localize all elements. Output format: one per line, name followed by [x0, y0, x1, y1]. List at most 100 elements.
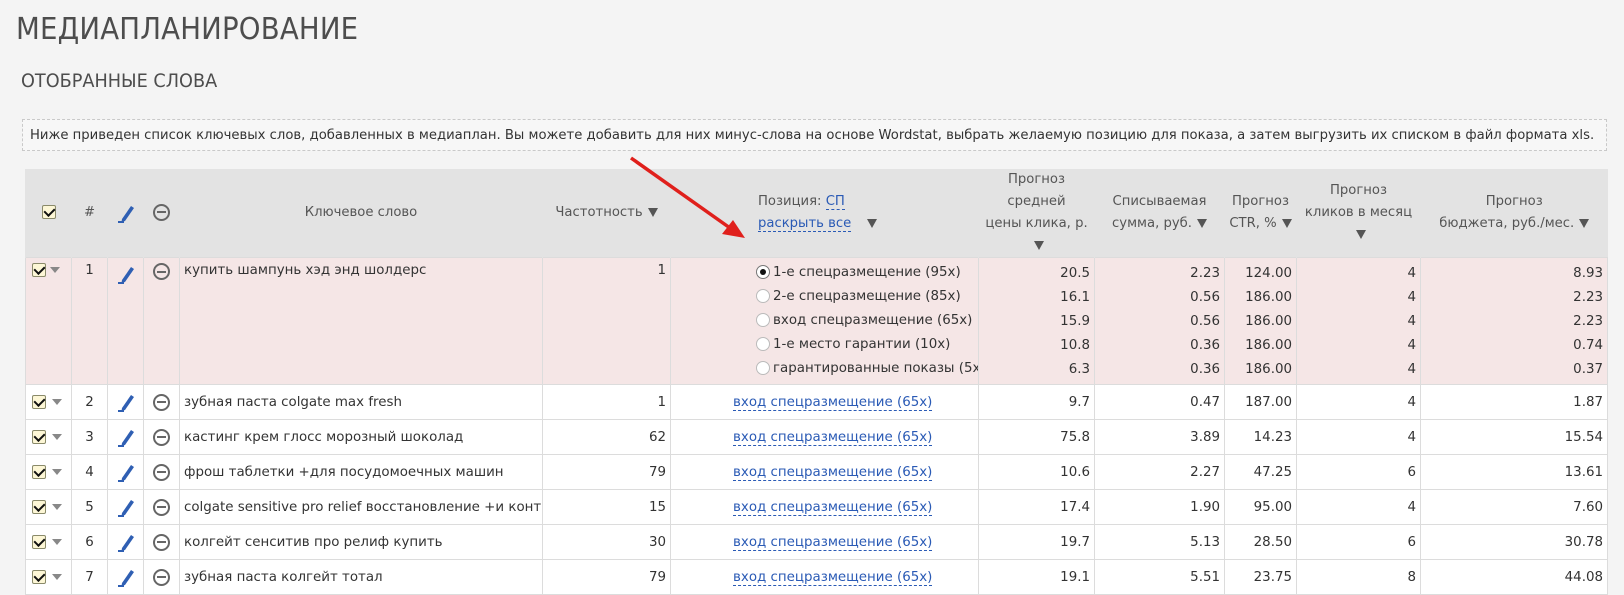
pencil-icon[interactable]: [115, 566, 137, 588]
cpc-header[interactable]: Прогноз средней цены клика, р.: [978, 169, 1095, 258]
row-select-cell[interactable]: [25, 559, 72, 595]
row-remove-cell[interactable]: [143, 454, 180, 490]
caret-down-icon[interactable]: [52, 538, 62, 545]
select-all-checkbox[interactable]: [41, 205, 56, 219]
row-edit-cell[interactable]: [107, 524, 144, 560]
position-sp-link[interactable]: СП: [825, 194, 845, 210]
edit-header[interactable]: [107, 169, 144, 258]
caret-down-icon[interactable]: [52, 468, 62, 475]
radio-icon[interactable]: [756, 361, 770, 375]
checkbox-checked-icon[interactable]: [32, 263, 46, 277]
position-option[interactable]: 1-е место гарантии (10x): [756, 334, 974, 358]
minus-circle-icon[interactable]: [153, 263, 170, 280]
radio-icon[interactable]: [756, 289, 770, 303]
row-position-link[interactable]: вход спецразмещение (65x): [733, 499, 933, 516]
sort-arrow-icon[interactable]: [1356, 229, 1366, 239]
row-select-cell[interactable]: [25, 384, 72, 420]
pencil-icon[interactable]: [115, 461, 137, 483]
ctr-header[interactable]: Прогноз CTR, %: [1224, 169, 1297, 258]
minus-circle-icon[interactable]: [153, 203, 170, 221]
charge-header[interactable]: Списываемая сумма, руб.: [1094, 169, 1225, 258]
select-all-cell[interactable]: [25, 169, 72, 258]
row-remove-cell[interactable]: [143, 384, 180, 420]
radio-icon[interactable]: [756, 313, 770, 327]
checkbox-checked-icon[interactable]: [32, 499, 46, 514]
keyword-header[interactable]: Ключевое слово: [179, 169, 543, 258]
row-select-cell[interactable]: [25, 419, 72, 455]
row-remove-cell[interactable]: [143, 489, 180, 525]
row-position-link[interactable]: вход спецразмещение (65x): [733, 429, 933, 446]
budget-header[interactable]: Прогноз бюджета, руб./мес.: [1420, 169, 1608, 258]
pencil-icon[interactable]: [115, 391, 137, 413]
row-edit-cell[interactable]: [107, 489, 144, 525]
position-option[interactable]: гарантированные показы (5x): [756, 358, 978, 382]
position-options: 1-е спецразмещение (95x) 2-е спецразмещен…: [670, 257, 979, 385]
row-frequency: 79: [542, 454, 671, 490]
pencil-icon[interactable]: [115, 531, 137, 553]
checkbox-checked-icon[interactable]: [32, 534, 46, 549]
minus-circle-icon[interactable]: [153, 393, 170, 411]
pencil-icon[interactable]: [115, 263, 137, 285]
minus-circle-icon[interactable]: [153, 568, 170, 586]
sort-arrow-icon[interactable]: [1034, 240, 1044, 250]
clicks-header-line2: кликов в месяц: [1304, 205, 1413, 220]
sort-arrow-icon[interactable]: [647, 207, 658, 217]
row-position-link[interactable]: вход спецразмещение (65x): [733, 534, 933, 551]
expand-all-link[interactable]: раскрыть все: [758, 216, 852, 232]
row-index: 3: [71, 419, 108, 455]
checkbox-checked-icon[interactable]: [32, 429, 46, 444]
position-option[interactable]: вход спецразмещение (65x): [756, 310, 974, 334]
row-edit-cell[interactable]: [107, 257, 144, 385]
sort-arrow-icon[interactable]: [1579, 218, 1590, 228]
row-edit-cell[interactable]: [107, 419, 144, 455]
caret-down-icon[interactable]: [52, 398, 62, 405]
row-select-cell[interactable]: [25, 257, 72, 385]
caret-down-icon[interactable]: [50, 267, 61, 273]
sort-arrow-icon[interactable]: [867, 218, 878, 228]
row-remove-cell[interactable]: [143, 257, 180, 385]
position-option[interactable]: 2-е спецразмещение (85x): [756, 286, 974, 310]
row-select-cell[interactable]: [25, 489, 72, 525]
row-position-link[interactable]: вход спецразмещение (65x): [733, 569, 933, 586]
minus-circle-icon[interactable]: [153, 498, 170, 516]
budget-value: 2.23: [1573, 314, 1603, 329]
sort-arrow-icon[interactable]: [1281, 218, 1292, 228]
row-edit-cell[interactable]: [107, 454, 144, 490]
row-keyword: колгейт сенситив про релиф купить: [179, 524, 543, 560]
caret-down-icon[interactable]: [52, 503, 62, 510]
sort-arrow-icon[interactable]: [1196, 218, 1207, 228]
caret-down-icon[interactable]: [52, 573, 62, 580]
pencil-icon[interactable]: [115, 202, 137, 224]
charge-value: 0.36: [1190, 362, 1220, 377]
row-select-cell[interactable]: [25, 524, 72, 560]
minus-circle-icon[interactable]: [153, 428, 170, 446]
pencil-icon[interactable]: [115, 426, 137, 448]
clicks-header[interactable]: Прогноз кликов в месяц: [1296, 169, 1421, 258]
row-remove-cell[interactable]: [143, 524, 180, 560]
remove-header[interactable]: [143, 169, 180, 258]
row-edit-cell[interactable]: [107, 559, 144, 595]
row-position-link[interactable]: вход спецразмещение (65x): [733, 464, 933, 481]
row-select-cell[interactable]: [25, 454, 72, 490]
row-remove-cell[interactable]: [143, 419, 180, 455]
checkbox-checked-icon[interactable]: [32, 464, 46, 479]
pencil-icon[interactable]: [115, 496, 137, 518]
row-clicks: 4: [1296, 419, 1421, 455]
checkbox-checked-icon[interactable]: [32, 394, 46, 409]
minus-circle-icon[interactable]: [153, 463, 170, 481]
row-edit-cell[interactable]: [107, 384, 144, 420]
row-budget: 44.08: [1420, 559, 1608, 595]
checkbox-checked-icon[interactable]: [32, 569, 46, 584]
caret-down-icon[interactable]: [52, 433, 62, 440]
row-position-link[interactable]: вход спецразмещение (65x): [733, 394, 933, 411]
radio-selected-icon[interactable]: [756, 265, 770, 279]
table-header-row: # Ключевое слово Частотность Позиция: СП: [25, 169, 1608, 258]
table-row: 7 зубная паста колгейт тотал 79 вход спецра…: [25, 559, 1608, 595]
radio-icon[interactable]: [756, 337, 770, 351]
row-keyword: кастинг крем глосс морозный шоколад: [179, 419, 543, 455]
minus-circle-icon[interactable]: [153, 533, 170, 551]
row-index: 4: [71, 454, 108, 490]
row-remove-cell[interactable]: [143, 559, 180, 595]
frequency-header[interactable]: Частотность: [542, 169, 671, 258]
position-option[interactable]: 1-е спецразмещение (95x): [756, 262, 974, 286]
